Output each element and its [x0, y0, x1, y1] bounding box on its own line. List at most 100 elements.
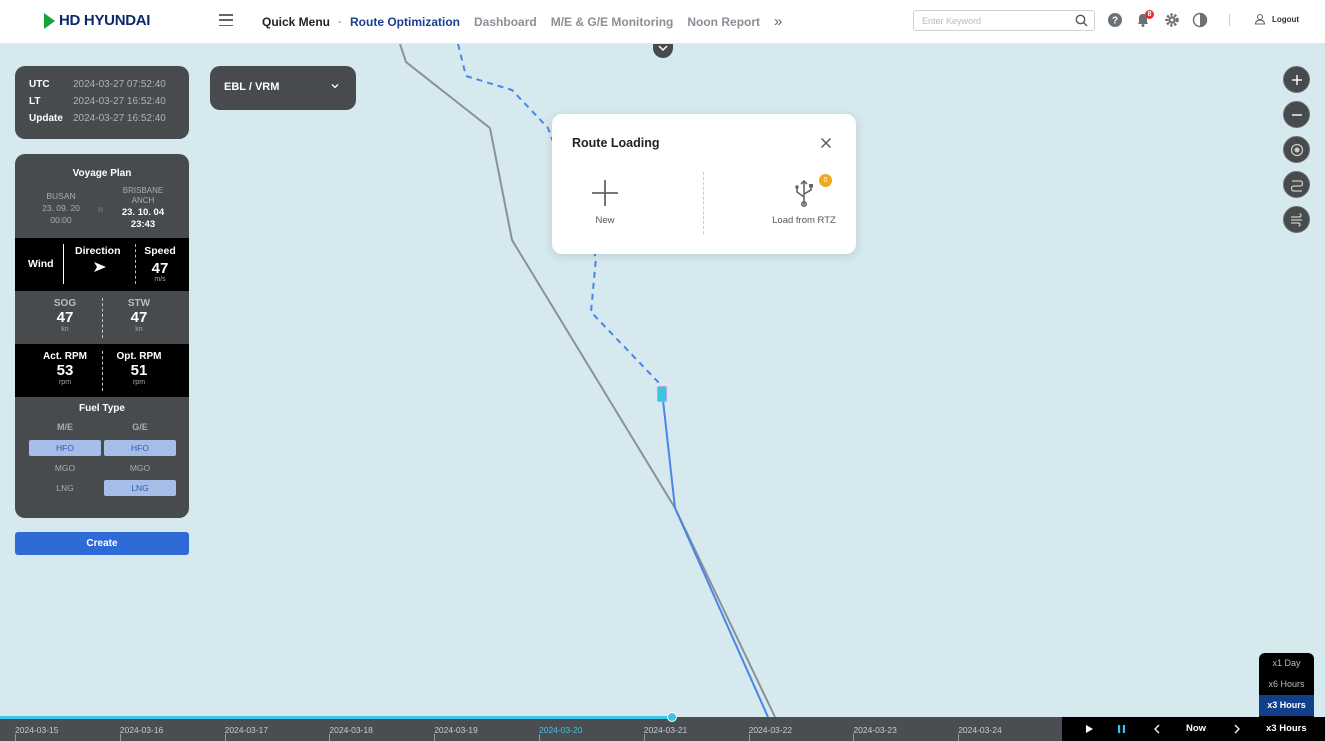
divider: [63, 244, 64, 284]
departure-info: BUSAN 23. 09. 20 00:00: [31, 190, 91, 226]
timeline-tick: [329, 734, 331, 741]
nav-me-ge-monitoring[interactable]: M/E & G/E Monitoring: [551, 15, 674, 29]
new-route-button[interactable]: New: [580, 178, 630, 226]
hamburger-menu-icon[interactable]: [219, 14, 233, 26]
me-hfo-toggle[interactable]: HFO: [29, 440, 101, 456]
playback-speed-button[interactable]: x3 Hours: [1266, 723, 1307, 734]
wind-section: Wind Direction Speed 47 m/s: [15, 238, 189, 291]
timeline-tick: [15, 734, 16, 741]
theme-toggle-icon[interactable]: [1192, 12, 1208, 28]
logout-button[interactable]: Logout: [1254, 13, 1299, 25]
route-icon: [1290, 179, 1303, 192]
ge-mgo-toggle[interactable]: MGO: [104, 460, 176, 476]
ge-lng-toggle[interactable]: LNG: [104, 480, 176, 496]
zoom-in-button[interactable]: [1283, 66, 1310, 93]
timeline-date-label[interactable]: 2024-03-21: [644, 725, 687, 735]
ge-hfo-toggle[interactable]: HFO: [104, 440, 176, 456]
divider: [703, 172, 704, 234]
nav-more-icon[interactable]: »: [774, 13, 782, 30]
chevron-left-icon[interactable]: [1154, 724, 1160, 734]
double-chevron-right-icon: »: [97, 202, 104, 216]
timeline-tick: [119, 734, 121, 741]
close-icon[interactable]: [820, 137, 832, 149]
load-from-rtz-button[interactable]: Load from RTZ: [766, 178, 842, 226]
ge-label: G/E: [132, 422, 148, 432]
timeline-date-label[interactable]: 2024-03-17: [225, 725, 268, 735]
create-button[interactable]: Create: [15, 532, 189, 555]
arrival-time: 23:43: [130, 219, 156, 230]
stw-unit: kn: [135, 326, 143, 333]
timeline-tick: [539, 734, 540, 741]
stw-label: STW: [127, 298, 151, 309]
speed-option-1day[interactable]: x1 Day: [1259, 653, 1314, 674]
timeline-date-label[interactable]: 2024-03-23: [853, 725, 896, 735]
act-rpm-unit: rpm: [58, 379, 72, 386]
timeline-tick: [748, 734, 750, 741]
weather-layer-button[interactable]: [1283, 206, 1310, 233]
target-icon: [1290, 143, 1303, 156]
timeline-date-label[interactable]: 2024-03-16: [120, 725, 163, 735]
timeline-progress: [0, 716, 672, 719]
speed-option-3hours[interactable]: x3 Hours: [1259, 695, 1314, 716]
timeline-date-label[interactable]: 2024-03-24: [958, 725, 1001, 735]
timeline-date-label[interactable]: 2024-03-18: [329, 725, 372, 735]
svg-text:?: ?: [1112, 16, 1118, 27]
departure-date: 23. 09. 20: [42, 203, 80, 213]
nav-dashboard[interactable]: Dashboard: [474, 15, 537, 29]
update-value: 2024-03-27 16:52:40: [73, 113, 166, 124]
arrival-date: 23. 10. 04: [121, 207, 165, 218]
voyage-plan-title: Voyage Plan: [72, 168, 132, 179]
timeline-date-label[interactable]: 2024-03-20: [539, 725, 582, 735]
chevron-right-icon[interactable]: [1234, 724, 1240, 734]
speed-unit: m/s: [154, 276, 166, 283]
nav-quick-menu[interactable]: Quick Menu: [262, 15, 330, 29]
nav-separator: ·: [338, 14, 343, 29]
search-placeholder: Enter Keyword: [922, 16, 982, 26]
zoom-out-button[interactable]: [1283, 101, 1310, 128]
nav-noon-report[interactable]: Noon Report: [687, 15, 760, 29]
lt-label: LT: [29, 96, 41, 107]
ebl-vrm-label: EBL / VRM: [224, 81, 280, 93]
me-lng-toggle[interactable]: LNG: [29, 480, 101, 496]
search-icon[interactable]: [1075, 14, 1088, 27]
user-icon: [1254, 13, 1266, 25]
opt-rpm-value: 51: [130, 362, 148, 379]
main-nav: Quick Menu · Route Optimization Dashboar…: [262, 13, 782, 30]
timeline-date-label[interactable]: 2024-03-19: [434, 725, 477, 735]
me-mgo-toggle[interactable]: MGO: [29, 460, 101, 476]
minus-icon: [1291, 113, 1302, 116]
search-input[interactable]: Enter Keyword: [913, 10, 1095, 31]
rtz-count-badge: 0: [819, 174, 832, 187]
me-label: M/E: [56, 422, 73, 432]
update-label: Update: [29, 113, 63, 124]
act-rpm-value: 53: [56, 362, 74, 379]
voyage-plan-panel: Voyage Plan BUSAN 23. 09. 20 00:00 » BRI…: [15, 154, 189, 518]
act-rpm-label: Act. RPM: [43, 351, 87, 362]
timeline-date-label[interactable]: 2024-03-15: [15, 725, 58, 735]
play-icon[interactable]: [1086, 725, 1093, 733]
timeline-date-label[interactable]: 2024-03-22: [749, 725, 792, 735]
timeline-tick: [853, 734, 855, 741]
departure-port: BUSAN: [46, 191, 76, 201]
route-tool-button[interactable]: [1283, 171, 1310, 198]
speed-value: 47: [151, 260, 169, 277]
playback-speed-menu: x1 Day x6 Hours x3 Hours: [1259, 653, 1314, 717]
divider: [135, 244, 136, 284]
sog-label: SOG: [53, 298, 77, 309]
brand-logo[interactable]: HD HYUNDAI: [44, 12, 150, 29]
pause-icon[interactable]: [1118, 725, 1125, 733]
timeline-thumb[interactable]: [667, 712, 677, 722]
top-navigation-bar: HD HYUNDAI Quick Menu · Route Optimizati…: [0, 0, 1325, 44]
route-loading-dialog: Route Loading New Load from RTZ 0: [552, 114, 856, 254]
nav-route-optimization[interactable]: Route Optimization: [350, 15, 460, 29]
timeline-tick: [958, 734, 960, 741]
now-button[interactable]: Now: [1186, 723, 1206, 734]
chevron-down-icon: [331, 84, 339, 89]
locate-ship-button[interactable]: [1283, 136, 1310, 163]
speed-option-6hours[interactable]: x6 Hours: [1259, 674, 1314, 695]
ebl-vrm-dropdown[interactable]: EBL / VRM: [210, 66, 356, 110]
ship-marker[interactable]: [657, 386, 667, 402]
gear-icon[interactable]: [1164, 12, 1180, 28]
rpm-section: Act. RPM 53 rpm Opt. RPM 51 rpm: [15, 344, 189, 397]
help-icon[interactable]: ?: [1107, 12, 1123, 28]
